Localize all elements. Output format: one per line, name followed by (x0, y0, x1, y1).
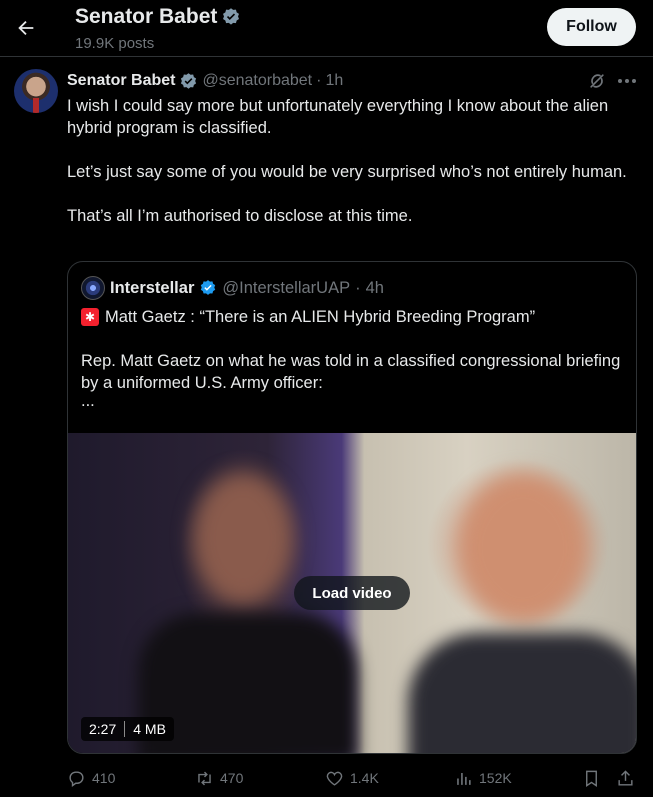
quote-author-name: Interstellar (110, 278, 195, 297)
video-duration: 2:27 (89, 721, 117, 737)
quote-text: ✱ Matt Gaetz : “There is an ALIEN Hybrid… (81, 306, 626, 410)
reply-icon (69, 770, 84, 787)
tweet-time[interactable]: 1h (325, 72, 343, 90)
follow-button[interactable]: Follow (547, 8, 636, 46)
back-arrow-icon[interactable] (12, 14, 40, 42)
tweet-paragraph: I wish I could say more but unfortunatel… (67, 97, 613, 137)
post-count: 19.9K posts (75, 35, 155, 52)
more-options-icon[interactable] (616, 71, 638, 91)
bookmark-button[interactable] (582, 766, 601, 790)
video-blur-body-right (408, 633, 636, 753)
verified-badge-icon (223, 8, 240, 25)
video-info-badge: 2:27 4 MB (81, 717, 174, 741)
verified-badge-icon (201, 280, 216, 295)
quote-avatar (81, 276, 105, 300)
reply-count: 410 (92, 770, 116, 786)
header-title: Senator Babet (75, 5, 218, 28)
author-name[interactable]: Senator Babet (67, 72, 175, 90)
quote-headline: ✱ Matt Gaetz : “There is an ALIEN Hybrid… (81, 306, 626, 328)
quote-meta: Interstellar @InterstellarUAP · 4h (81, 276, 384, 300)
views-icon (457, 772, 471, 785)
quoted-tweet[interactable]: Interstellar @InterstellarUAP · 4h ✱ Mat… (67, 261, 637, 754)
view-count: 152K (479, 770, 512, 786)
video-size: 4 MB (133, 721, 166, 737)
quote-headline-text: Matt Gaetz : “There is an ALIEN Hybrid B… (105, 308, 536, 326)
separator-dot: · (355, 278, 361, 297)
tweet-paragraph: Let’s just say some of you would be very… (67, 163, 627, 181)
tweet-meta: Senator Babet @senatorbabet · 1h (67, 71, 343, 91)
quote-body: Rep. Matt Gaetz on what he was told in a… (81, 352, 621, 392)
share-button[interactable] (616, 766, 635, 790)
video-preview[interactable]: Load video 2:27 4 MB (68, 433, 636, 753)
quote-time: 4h (365, 278, 384, 297)
verified-badge-icon (181, 72, 197, 89)
bookmark-icon (586, 770, 597, 787)
heart-icon (326, 771, 343, 786)
repost-count: 470 (220, 770, 244, 786)
tweet-actions: 410 470 1.4K 152K (67, 766, 647, 790)
video-blur-figure-right (458, 473, 588, 623)
repost-icon (198, 771, 211, 785)
grok-icon[interactable] (587, 71, 607, 91)
share-icon (618, 769, 633, 786)
author-handle[interactable]: @senatorbabet (202, 72, 312, 90)
views-button[interactable]: 152K (454, 766, 512, 790)
separator-dot: · (316, 72, 322, 89)
tweet-paragraph: That’s all I’m authorised to disclose at… (67, 207, 413, 225)
video-blur-figure-left (193, 473, 293, 603)
repost-button[interactable]: 470 (195, 766, 243, 790)
like-button[interactable]: 1.4K (325, 766, 379, 790)
siren-icon: ✱ (81, 308, 99, 326)
quote-ellipsis: ... (81, 392, 95, 410)
tweet-text: I wish I could say more but unfortunatel… (67, 95, 637, 249)
load-video-button[interactable]: Load video (294, 576, 410, 610)
header-title-row: Senator Babet (75, 5, 241, 29)
profile-header: Senator Babet 19.9K posts Follow (0, 0, 653, 57)
reply-button[interactable]: 410 (67, 766, 115, 790)
avatar[interactable] (14, 69, 58, 113)
like-count: 1.4K (350, 770, 379, 786)
quote-author-handle: @InterstellarUAP (222, 278, 351, 297)
